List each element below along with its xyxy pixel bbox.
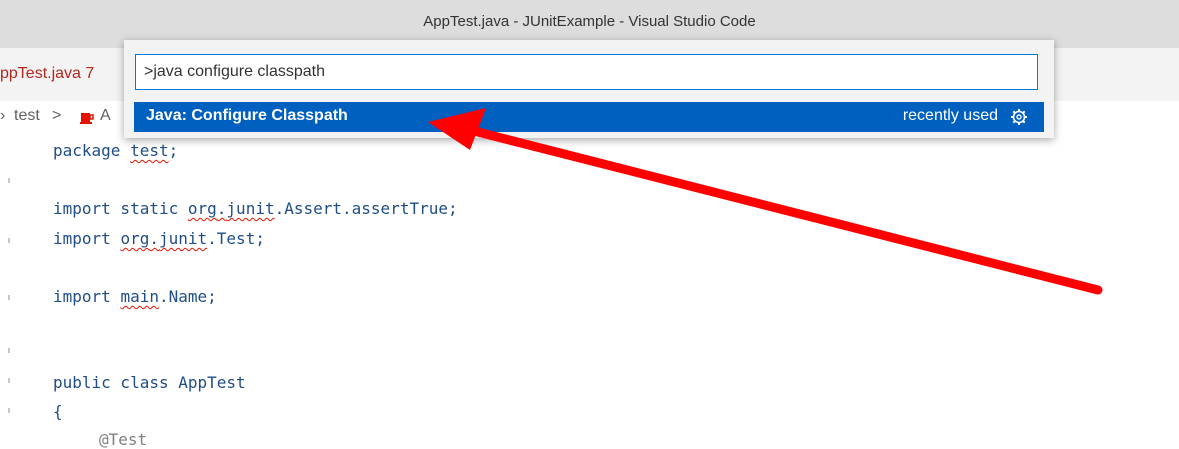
window-title: AppTest.java - JUnitExample - Visual Stu… <box>423 13 756 30</box>
command-palette: >java configure classpath Java: Configur… <box>124 40 1054 138</box>
breadcrumb-item-test[interactable]: test <box>14 107 40 125</box>
gutter-mark <box>8 348 10 353</box>
gutter-mark <box>8 295 10 300</box>
code-line-7: @Test <box>99 430 148 449</box>
punct: ; <box>168 141 179 160</box>
punct: . <box>216 199 227 218</box>
keyword: import <box>53 229 111 248</box>
gutter-mark <box>8 238 10 243</box>
pkg-segment: main <box>120 287 159 306</box>
breadcrumb-chevron-icon: › <box>0 107 6 124</box>
package-name: test <box>130 141 169 160</box>
command-item-label: Java: Configure Classpath <box>146 107 348 124</box>
tab-problem-count: 7 <box>85 65 95 82</box>
command-palette-input[interactable]: >java configure classpath <box>135 54 1038 90</box>
pkg-segment: junit <box>226 199 275 218</box>
tab-filename: ppTest.java <box>0 65 81 82</box>
keyword: package <box>53 141 121 160</box>
code-line-4: import main.Name; <box>53 287 217 306</box>
java-class-icon <box>80 113 94 124</box>
pkg-segment: org <box>120 229 150 248</box>
recently-used-label: recently used <box>902 107 998 124</box>
command-item-configure-classpath[interactable]: Java: Configure Classpath recently used <box>134 102 1044 132</box>
code-line-2: import static org.junit.Assert.assertTru… <box>53 199 458 218</box>
gutter-mark <box>8 178 10 183</box>
code-line-3: import org.junit.Test; <box>53 229 265 248</box>
import-rest: .Name; <box>158 287 217 306</box>
breadcrumb-separator: > <box>52 107 62 124</box>
punct: . <box>149 229 159 248</box>
breadcrumb-item-class[interactable]: A <box>100 107 111 125</box>
pkg-segment: junit <box>158 229 208 248</box>
code-editor[interactable]: package test; import static org.junit.As… <box>0 130 1179 449</box>
code-line-6: { <box>53 402 63 421</box>
keyword: import <box>53 287 111 306</box>
pkg-segment: org <box>187 199 217 218</box>
code-line-5: public class AppTest <box>53 373 246 392</box>
gutter-mark <box>8 378 10 383</box>
keyword: import static <box>53 199 179 218</box>
code-line-1: package test; <box>53 141 178 160</box>
import-rest: .Test; <box>207 229 265 248</box>
editor-tab[interactable]: ppTest.java 7 <box>0 65 94 83</box>
gutter-mark <box>8 408 10 413</box>
gear-icon[interactable] <box>1010 108 1028 126</box>
import-rest: .Assert.assertTrue; <box>274 199 458 218</box>
